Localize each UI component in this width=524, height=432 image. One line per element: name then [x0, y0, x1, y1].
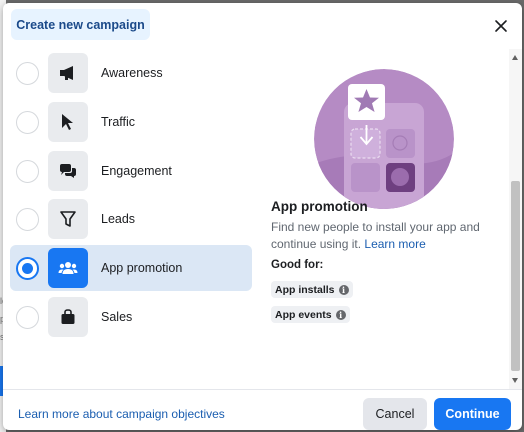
objective-label: Engagement [101, 164, 172, 178]
good-for-label: Good for: [271, 259, 324, 271]
megaphone-icon [60, 66, 73, 80]
objective-icon-tile [48, 199, 88, 239]
scroll-down-arrow-icon[interactable] [512, 378, 518, 383]
app-promotion-illustration [314, 69, 454, 209]
objective-option-awareness[interactable]: Awareness [10, 50, 252, 96]
tag-app-events: App events i [271, 306, 350, 323]
tag-label: App events [275, 308, 332, 321]
info-icon[interactable]: i [335, 309, 346, 320]
vertical-scrollbar[interactable] [509, 49, 522, 389]
people-icon [58, 262, 78, 274]
scroll-thumb[interactable] [511, 181, 520, 371]
radio-button[interactable] [16, 110, 39, 134]
objective-option-leads[interactable]: Leads [10, 196, 252, 242]
objective-option-engagement[interactable]: Engagement [10, 148, 252, 194]
close-button[interactable] [490, 15, 512, 37]
objective-label: Traffic [101, 115, 136, 129]
objective-label: App promotion [101, 261, 183, 275]
dialog-title: Create new campaign [11, 9, 150, 40]
continue-button[interactable]: Continue [434, 398, 511, 430]
tag-label: App installs [275, 283, 335, 296]
scroll-up-arrow-icon[interactable] [512, 55, 518, 60]
cursor-icon [62, 114, 73, 130]
dialog-body: Awareness Traffic Engagement Leads App p… [3, 49, 522, 389]
objective-icon-tile [48, 102, 88, 142]
radio-button[interactable] [16, 207, 39, 231]
objective-icon-tile [48, 248, 88, 288]
tag-app-installs: App installs i [271, 281, 353, 298]
funnel-icon [60, 211, 76, 227]
radio-button[interactable] [16, 61, 39, 85]
radio-button[interactable] [16, 305, 39, 329]
learn-more-link[interactable]: Learn more [364, 237, 425, 251]
chat-bubbles-icon [60, 164, 76, 178]
objective-icon-tile [48, 151, 88, 191]
objective-label: Awareness [101, 66, 163, 80]
info-icon[interactable]: i [338, 284, 349, 295]
cancel-button[interactable]: Cancel [363, 398, 427, 430]
objective-option-sales[interactable]: Sales [10, 294, 252, 340]
objective-label: Leads [101, 212, 136, 226]
radio-button[interactable] [16, 256, 39, 280]
detail-title: App promotion [271, 199, 368, 214]
dialog-header: Create new campaign [3, 3, 522, 49]
objective-icon-tile [48, 297, 88, 337]
close-icon [495, 20, 507, 32]
dialog-footer: Learn more about campaign objectives Can… [3, 389, 522, 430]
radio-button[interactable] [16, 159, 39, 183]
objective-icon-tile [48, 53, 88, 93]
learn-more-objectives-link[interactable]: Learn more about campaign objectives [18, 407, 225, 421]
objective-option-app-promotion[interactable]: App promotion [10, 245, 252, 291]
objective-option-traffic[interactable]: Traffic [10, 99, 252, 145]
detail-description: Find new people to install your app and … [271, 219, 496, 253]
create-campaign-dialog: Create new campaign Awareness Traffic En… [3, 3, 522, 430]
objective-label: Sales [101, 310, 133, 324]
shopping-bag-icon [61, 309, 75, 324]
